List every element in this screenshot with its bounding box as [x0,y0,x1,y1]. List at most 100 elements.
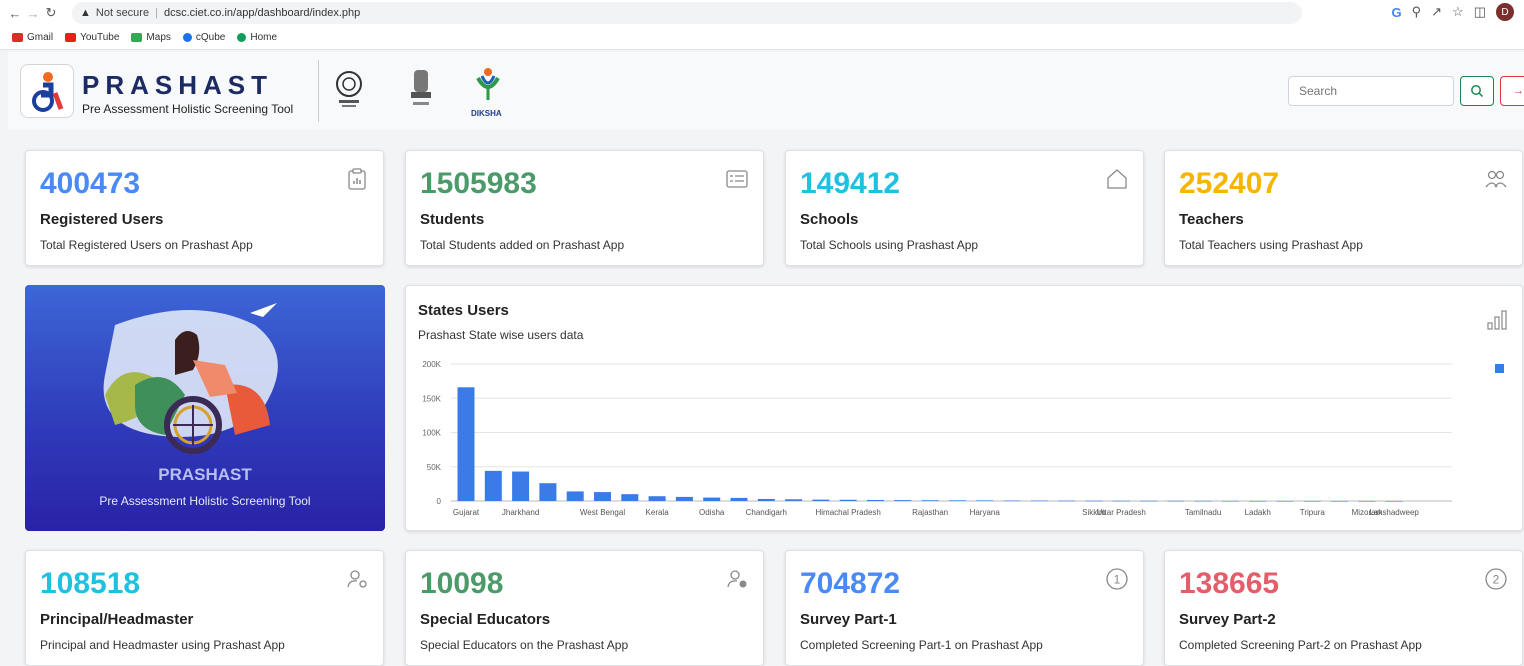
chart-bar[interactable] [948,500,966,501]
prashast-logo-icon[interactable] [20,64,74,118]
brand-title: PRASHAST [82,70,274,100]
chart-bar[interactable] [1303,500,1321,502]
people-icon [1485,170,1507,188]
chart-bar[interactable] [785,499,803,501]
chart-subtitle: Prashast State wise users data [418,328,584,342]
circle-2-icon: 2 [1485,568,1507,590]
chart-bar[interactable] [621,494,639,501]
stat-value: 1505983 [420,167,537,200]
chart-bar[interactable] [703,497,721,501]
star-icon[interactable]: ☆ [1452,4,1464,20]
chart-bar[interactable] [457,387,475,501]
stat-title: Teachers [1179,211,1244,228]
bookmark-home[interactable]: Home [237,32,277,43]
bookmark-label: YouTube [80,32,120,43]
address-separator: | [155,7,158,19]
search-input[interactable] [1288,76,1454,106]
bookmark-youtube[interactable]: YouTube [65,32,119,43]
stat-title: Survey Part-2 [1179,611,1276,628]
x-tick-label: West Bengal [580,508,625,517]
forward-icon[interactable]: → [24,6,42,21]
chart-bar[interactable] [976,500,994,501]
warning-icon: ▲ [80,7,91,19]
back-icon[interactable]: ← [6,6,24,21]
bar-chart-icon[interactable] [1486,308,1510,332]
key-icon[interactable]: ⚲ [1412,4,1422,20]
stat-description: Total Students added on Prashast App [420,238,625,252]
bookmark-gmail[interactable]: Gmail [12,32,53,43]
chart-bar[interactable] [812,499,830,501]
chart-bar[interactable] [1194,500,1212,502]
stat-description: Total Schools using Prashast App [800,238,979,252]
bookmark-label: Home [250,32,278,43]
chart-bar[interactable] [1003,500,1021,502]
chart-bar[interactable] [512,471,530,501]
diksha-label: DIKSHA [471,109,502,118]
chart-bar[interactable] [539,483,557,501]
hero-subtitle: Pre Assessment Holistic Screening Tool [99,494,311,508]
chart-bar[interactable] [648,496,666,501]
chart-bar[interactable] [566,491,584,501]
app-header: PRASHAST Pre Assessment Holistic Screeni… [8,52,1524,130]
chart-bar[interactable] [1058,500,1076,502]
chart-bar[interactable] [894,500,912,501]
search-button[interactable] [1460,76,1494,106]
header-divider [318,60,319,122]
security-label: Not secure [95,7,150,19]
chart-bar[interactable] [757,498,775,501]
chart-bar[interactable] [921,500,939,501]
x-tick-label: Lakshadweep [1370,508,1420,517]
cqube-icon [182,33,192,42]
chart-bar[interactable] [1221,500,1239,502]
google-icon[interactable]: G [1391,5,1401,20]
bookmark-maps[interactable]: Maps [131,32,171,43]
chart-bar[interactable] [730,497,748,501]
national-emblem-icon [411,70,431,105]
x-tick-label: Himachal Pradesh [816,508,881,517]
sidepanel-icon[interactable]: ◫ [1474,4,1486,20]
chart-bar[interactable] [594,492,611,501]
chart-bar[interactable] [484,470,502,501]
stat-value: 108518 [40,567,141,600]
x-tick-label: Ladakh [1245,508,1271,517]
stat-card-survey-part-2: 138665 Survey Part-2 Completed Screening… [1164,550,1523,666]
chart-bar[interactable] [1249,500,1267,502]
y-tick-label: 200K [422,360,441,369]
chart-bar[interactable] [1358,500,1376,502]
user-check-icon [727,570,747,588]
chart-bar[interactable] [1140,500,1157,502]
chart-bar[interactable] [1030,500,1048,502]
bookmark-label: Gmail [27,32,54,43]
chart-bar[interactable] [1331,500,1349,502]
address-bar[interactable]: ▲ Not secure | dcsc.ciet.co.in/app/dashb… [72,2,1302,24]
chart-bar[interactable] [675,496,693,501]
chart-bar[interactable] [839,499,857,501]
states-users-chart-card: States Users Prashast State wise users d… [405,285,1523,531]
stat-value: 138665 [1179,567,1280,600]
chart-bar[interactable] [1276,500,1294,502]
chart-bar[interactable] [1385,500,1403,502]
legend-marker[interactable] [1495,364,1504,373]
bookmarks-bar: Gmail YouTube Maps cQube Home [0,26,1524,50]
x-tick-label: Tamilnadu [1185,508,1221,517]
home-icon [237,33,247,42]
profile-avatar[interactable]: D [1496,3,1514,21]
chart-bar[interactable] [1085,500,1103,502]
circle-1-icon: 1 [1106,568,1128,590]
stat-title: Students [420,211,485,228]
bookmark-cqube[interactable]: cQube [182,32,225,43]
logout-button[interactable]: → [1500,76,1524,106]
chart-bar[interactable] [1167,500,1185,502]
stat-description: Special Educators on the Prashast App [420,638,629,652]
reload-icon[interactable]: ↻ [42,5,60,21]
browser-toolbar: ← → ↻ ▲ Not secure | dcsc.ciet.co.in/app… [0,0,1524,26]
stat-value: 149412 [800,167,901,200]
stat-card-special-educators: 10098 Special Educators Special Educator… [405,550,764,666]
chart-bar[interactable] [867,499,884,501]
share-icon[interactable]: ↗ [1431,4,1442,20]
chart-bar[interactable] [1112,500,1130,502]
hero-title: PRASHAST [158,465,252,484]
user-gear-icon [347,570,367,588]
x-tick-label: Kerala [646,508,670,517]
x-tick-label: Chandigarh [746,508,787,517]
